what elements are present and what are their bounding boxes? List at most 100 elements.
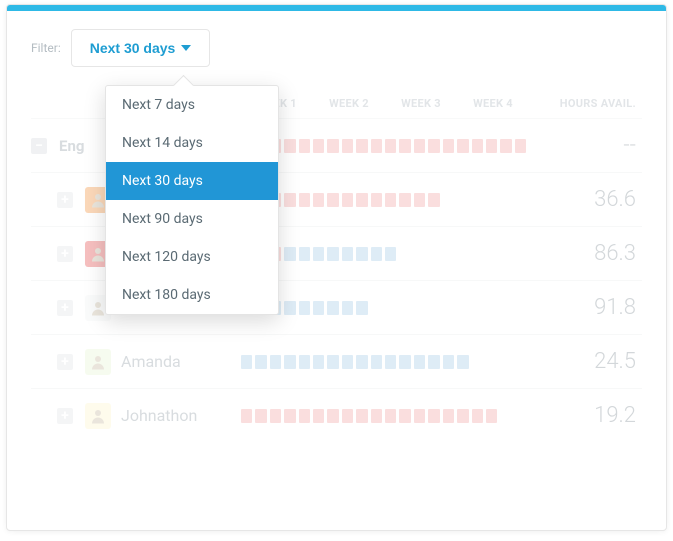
expand-icon[interactable]: + <box>57 408 73 424</box>
bar-segment <box>414 409 425 423</box>
filter-option[interactable]: Next 180 days <box>106 276 278 314</box>
bar-segment <box>414 247 425 261</box>
bar-segment <box>342 193 353 207</box>
bar-segment <box>356 247 367 261</box>
expand-icon[interactable]: + <box>57 354 73 370</box>
bar-segment <box>284 193 295 207</box>
bar-segment <box>472 409 483 423</box>
hours-value: 91.8 <box>529 295 642 320</box>
bar-segment <box>385 301 396 315</box>
bar-segment <box>313 139 324 153</box>
bar-segment <box>342 301 353 315</box>
bar-segment <box>371 139 382 153</box>
bar-segment <box>457 193 468 207</box>
bar-segment <box>356 409 367 423</box>
bar-segment <box>472 193 483 207</box>
expand-icon[interactable]: + <box>57 246 73 262</box>
bar-segment <box>399 409 410 423</box>
table-row: + Johnathon 19.2 <box>31 388 642 442</box>
bar-segment <box>371 409 382 423</box>
bar-segment <box>241 409 252 423</box>
bar-segment <box>313 409 324 423</box>
bar-segment <box>299 247 310 261</box>
availability-bars <box>241 301 529 315</box>
bar-segment <box>472 139 483 153</box>
col-week3: WEEK 3 <box>385 97 457 110</box>
col-week2: WEEK 2 <box>313 97 385 110</box>
expand-icon[interactable]: + <box>57 192 73 208</box>
bar-segment <box>270 409 281 423</box>
filter-selected-text: Next 30 days <box>90 40 176 56</box>
filter-label: Filter: <box>31 41 61 55</box>
bar-segment <box>457 139 468 153</box>
bar-segment <box>428 409 439 423</box>
hours-value: 19.2 <box>529 403 642 428</box>
filter-dropdown-button[interactable]: Next 30 days <box>71 29 211 67</box>
bar-segment <box>299 301 310 315</box>
hours-value: 24.5 <box>529 349 642 374</box>
bar-segment <box>486 409 497 423</box>
bar-segment <box>371 301 382 315</box>
bar-segment <box>327 193 338 207</box>
bar-segment <box>327 355 338 369</box>
filter-option[interactable]: Next 30 days <box>106 162 278 200</box>
bar-segment <box>414 139 425 153</box>
bar-segment <box>385 409 396 423</box>
bar-segment <box>500 193 511 207</box>
group-hours: -- <box>529 133 642 158</box>
expand-icon[interactable]: + <box>57 300 73 316</box>
bar-segment <box>327 409 338 423</box>
bar-segment <box>342 139 353 153</box>
bar-segment <box>443 409 454 423</box>
bar-segment <box>443 139 454 153</box>
filter-option[interactable]: Next 90 days <box>106 200 278 238</box>
filter-option[interactable]: Next 120 days <box>106 238 278 276</box>
bar-segment <box>284 247 295 261</box>
bar-segment <box>327 301 338 315</box>
bar-segment <box>385 355 396 369</box>
chevron-down-icon <box>181 45 191 51</box>
avatar <box>85 349 111 375</box>
bar-segment <box>399 247 410 261</box>
bar-segment <box>284 355 295 369</box>
bar-segment <box>399 355 410 369</box>
bar-segment <box>284 301 295 315</box>
bar-segment <box>428 139 439 153</box>
bar-segment <box>399 139 410 153</box>
bar-segment <box>414 301 425 315</box>
bar-segment <box>371 247 382 261</box>
bar-segment <box>443 355 454 369</box>
group-bars <box>241 139 529 153</box>
bar-segment <box>515 355 526 369</box>
bar-segment <box>457 301 468 315</box>
bar-segment <box>342 355 353 369</box>
bar-segment <box>299 355 310 369</box>
bar-segment <box>414 355 425 369</box>
bar-segment <box>414 193 425 207</box>
collapse-icon[interactable]: − <box>31 138 47 154</box>
bar-segment <box>299 193 310 207</box>
bar-segment <box>500 355 511 369</box>
bar-segment <box>472 355 483 369</box>
availability-bars <box>241 193 529 207</box>
bar-segment <box>385 139 396 153</box>
bar-segment <box>371 355 382 369</box>
filter-row: Filter: Next 30 days <box>31 29 642 67</box>
col-hours: HOURS AVAIL. <box>529 97 642 110</box>
bar-segment <box>457 247 468 261</box>
bar-segment <box>443 301 454 315</box>
bar-segment <box>515 193 526 207</box>
bar-segment <box>500 409 511 423</box>
panel: Filter: Next 30 days WEEK 1 WEEK 2 WEEK … <box>6 4 667 531</box>
bar-segment <box>399 193 410 207</box>
filter-option[interactable]: Next 14 days <box>106 124 278 162</box>
filter-option[interactable]: Next 7 days <box>106 86 278 124</box>
bar-segment <box>299 409 310 423</box>
bar-segment <box>486 139 497 153</box>
bar-segment <box>486 301 497 315</box>
bar-segment <box>356 301 367 315</box>
bar-segment <box>443 247 454 261</box>
person-name: Johnathon <box>121 406 197 425</box>
availability-bars <box>241 409 529 423</box>
bar-segment <box>385 247 396 261</box>
